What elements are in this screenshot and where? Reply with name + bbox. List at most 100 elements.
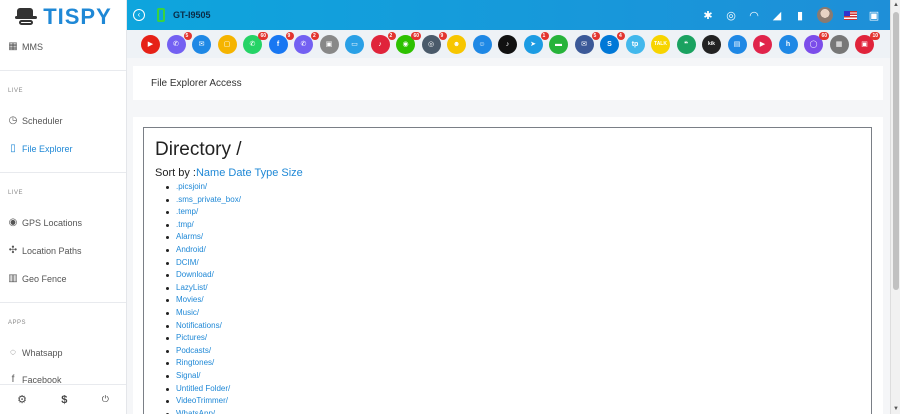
youtube-app-icon[interactable]: ▶ — [141, 34, 160, 54]
scroll-down-arrow-icon[interactable]: ▼ — [893, 406, 899, 412]
sidebar-item-mms[interactable]: ▦ MMS — [8, 38, 43, 56]
sidebar-item-scheduler[interactable]: ◷ Scheduler — [8, 112, 63, 130]
folder-link[interactable]: WhatsApp/ — [164, 409, 241, 414]
device-name[interactable]: GT-I9505 — [173, 10, 211, 20]
folder-link[interactable]: LazyList/ — [164, 283, 241, 296]
battery-icon[interactable]: ▮ — [794, 9, 806, 22]
notification-badge: 1 — [540, 31, 549, 40]
power-icon[interactable]: ⏻ — [102, 394, 109, 405]
skype-app-icon[interactable]: S4 — [600, 31, 625, 54]
notification-badge: 60 — [258, 31, 268, 40]
folder-link[interactable]: Podcasts/ — [164, 346, 241, 359]
sidebar-item-whatsapp[interactable]: ◌ Whatsapp — [8, 344, 63, 362]
wifi-icon[interactable]: ◠ — [748, 9, 760, 22]
app-glyph: f — [276, 40, 280, 48]
app-glyph: S — [607, 40, 612, 48]
folder-link[interactable]: Alarms/ — [164, 232, 241, 245]
instagram-app-icon[interactable]: ◎ 9 — [421, 31, 447, 54]
scroll-up-arrow-icon[interactable]: ▲ — [893, 2, 899, 8]
video-app-icon[interactable]: ▶ — [753, 34, 772, 54]
folder-link[interactable]: Music/ — [164, 308, 241, 321]
tiktok-app-icon[interactable]: ♪ — [498, 34, 517, 54]
folder-link[interactable]: Signal/ — [164, 371, 241, 384]
sidebar-item-label: MMS — [22, 42, 43, 52]
app-glyph: ✆ — [300, 41, 307, 48]
folder-link[interactable]: Pictures/ — [164, 333, 241, 346]
app-glyph: ✉ — [581, 41, 587, 48]
whatsapp-app-icon[interactable]: ✆ 60 — [243, 31, 268, 54]
viber2-app-icon[interactable]: ✆ 2 — [294, 31, 319, 54]
kik-app-icon[interactable]: kik — [702, 34, 721, 54]
folder-link[interactable]: Download/ — [164, 270, 241, 283]
app-red-app-icon[interactable]: ▣ 10 — [855, 31, 880, 54]
sort-by-name-link[interactable]: Name — [196, 167, 225, 179]
folder-link[interactable]: .tmp/ — [164, 220, 241, 233]
clipboard-app-icon[interactable]: ▣ — [319, 34, 339, 54]
page-title-card: File Explorer Access — [133, 66, 883, 100]
email-app-icon[interactable]: ✉ — [192, 34, 211, 54]
sidebar-item-file-explorer[interactable]: ▯ File Explorer — [8, 140, 73, 158]
sort-by-type-link[interactable]: Type — [254, 167, 278, 179]
folder-link[interactable]: Untitled Folder/ — [164, 384, 241, 397]
folder-link[interactable]: .temp/ — [164, 207, 241, 220]
sidebar-item-gps-locations[interactable]: ◉ GPS Locations — [8, 214, 82, 232]
back-arrow-icon[interactable]: ‹ — [133, 9, 145, 21]
dollar-icon[interactable]: $ — [61, 394, 67, 406]
app-glyph: ✉ — [198, 41, 205, 48]
avatar[interactable] — [817, 7, 833, 23]
logo-text: TISPY — [43, 4, 112, 29]
app-gray-app-icon[interactable]: ▦ — [829, 34, 849, 54]
folder-link[interactable]: Ringtones/ — [164, 358, 241, 371]
sidebar-item-label: File Explorer — [22, 144, 73, 154]
discord-app-icon[interactable]: ☺ — [472, 34, 492, 54]
folder-link[interactable]: Android/ — [164, 245, 241, 258]
folder-link[interactable]: VideoTrimmer/ — [164, 396, 241, 409]
flag-icon[interactable] — [844, 10, 857, 20]
files-app-icon[interactable]: ▢ — [217, 34, 237, 54]
snapchat-app-icon[interactable]: ☻ — [447, 34, 466, 54]
app-glyph: tp — [631, 40, 639, 48]
screen-app-icon[interactable]: ▭ — [345, 34, 364, 54]
notification-badge: 4 — [617, 31, 625, 40]
line-app-icon[interactable]: ▬ — [549, 34, 568, 54]
sort-by-date-link[interactable]: Date — [228, 167, 251, 179]
tiktok-red-app-icon[interactable]: ♪ 2 — [370, 31, 396, 54]
kakao-app-icon[interactable]: TALK — [651, 34, 670, 54]
tango-app-icon[interactable]: tp — [625, 34, 645, 54]
sidebar-item-geo-fence[interactable]: ▥ Geo Fence — [8, 270, 66, 288]
signal-icon[interactable]: ◢ — [771, 9, 783, 22]
app-glyph: ☻ — [452, 40, 461, 48]
hangouts-app-icon[interactable]: ❝ — [676, 34, 696, 54]
app-glyph: h — [785, 40, 791, 48]
notification-badge: 60 — [411, 31, 421, 40]
app-glyph: ◉ — [402, 41, 409, 48]
scrollbar-thumb[interactable] — [893, 12, 899, 290]
imo-app-icon[interactable]: ▤ — [727, 34, 747, 54]
hike-app-icon[interactable]: h — [778, 34, 798, 54]
folder-link[interactable]: .sms_private_box/ — [164, 195, 241, 208]
whatsapp-icon: ◌ — [10, 347, 16, 358]
chat-bubble-app-icon[interactable]: ◯ 60 — [804, 31, 829, 54]
sidebar-item-location-paths[interactable]: ✣ Location Paths — [8, 242, 82, 260]
logo[interactable]: TISPY — [0, 0, 127, 34]
sidebar-divider — [0, 302, 126, 303]
telegram-app-icon[interactable]: ➤ 1 — [523, 31, 549, 54]
app-glyph: ▦ — [835, 41, 843, 48]
viber-app-icon[interactable]: ✆ 5 — [166, 31, 192, 54]
messenger-app-icon[interactable]: ✉ 5 — [574, 31, 600, 54]
map-icon: ▥ — [8, 273, 18, 284]
scrollbar[interactable]: ▲ ▼ — [890, 0, 900, 414]
bluetooth-icon[interactable]: ✱ — [702, 9, 714, 22]
facebook-app-icon[interactable]: f9 — [268, 31, 294, 54]
folder-link[interactable]: Notifications/ — [164, 321, 241, 334]
wechat-app-icon[interactable]: ◉ 60 — [396, 31, 421, 54]
sort-by-size-link[interactable]: Size — [281, 167, 302, 179]
notification-badge: 5 — [591, 31, 600, 40]
gift-icon[interactable]: ▣ — [868, 9, 880, 22]
gear-icon[interactable]: ⚙ — [17, 393, 27, 406]
gps-icon[interactable]: ◎ — [725, 9, 737, 22]
folder-link[interactable]: .picsjoin/ — [164, 182, 241, 195]
folder-link[interactable]: Movies/ — [164, 295, 241, 308]
route-icon: ✣ — [8, 245, 18, 256]
folder-link[interactable]: DCIM/ — [164, 258, 241, 271]
